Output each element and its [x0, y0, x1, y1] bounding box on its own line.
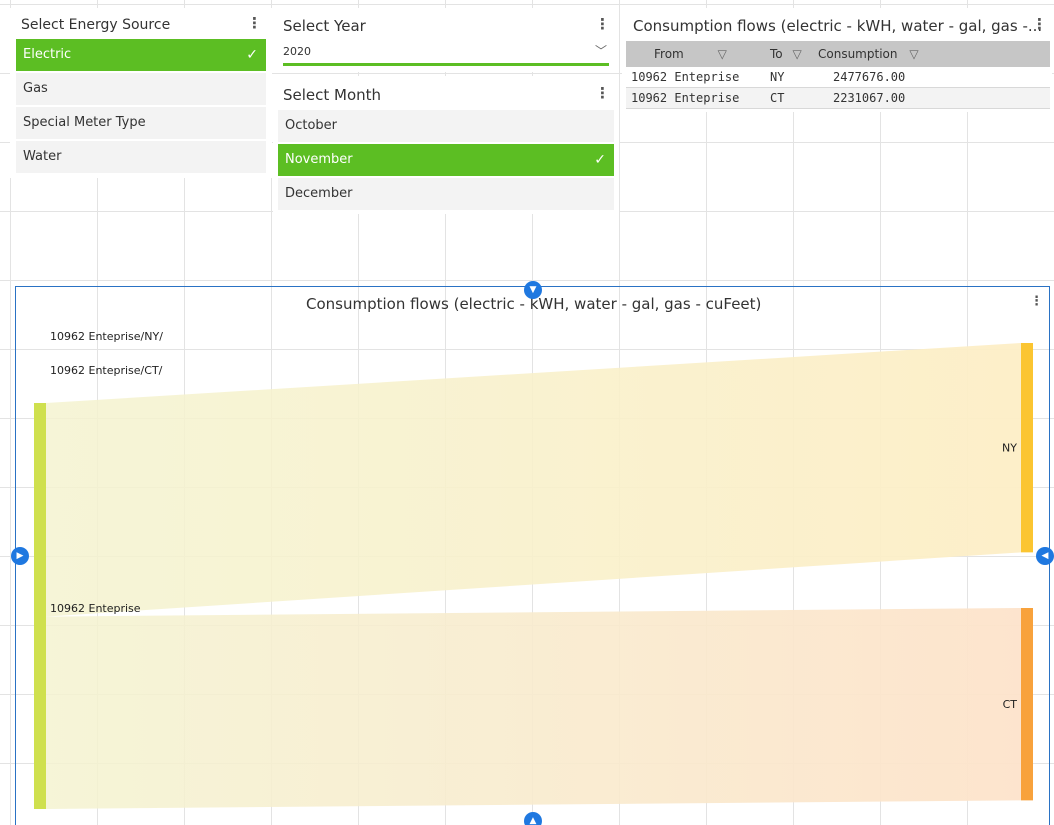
table-header-consumption[interactable]: Consumption ▽: [818, 41, 1050, 67]
month-item-november[interactable]: November ✓: [278, 144, 614, 176]
sankey-node-label-source: 10962 Enteprise: [50, 602, 141, 615]
energy-source-more-icon[interactable]: ⋮: [247, 16, 262, 31]
energy-source-item-label: Electric: [23, 47, 72, 62]
year-title: Select Year: [283, 17, 366, 35]
month-item-october[interactable]: October: [278, 110, 614, 142]
energy-source-item-water[interactable]: Water: [16, 141, 266, 173]
sankey-node-ct[interactable]: [1021, 608, 1033, 801]
consumption-table-title: Consumption flows (electric - kWH, water…: [633, 17, 1043, 35]
resize-handle-left[interactable]: ▶: [11, 547, 29, 565]
dashboard-canvas: Select Energy Source ⋮ Electric ✓ Gas Sp…: [0, 0, 1054, 825]
month-title: Select Month: [283, 86, 382, 104]
chevron-down-icon: ﹀: [594, 44, 607, 58]
consumption-table-panel: Consumption flows (electric - kWH, water…: [622, 8, 1052, 112]
consumption-table: From ▽ To ▽ Consumption ▽ 10962 Entepris…: [626, 41, 1050, 109]
table-cell-from: 10962 Enteprise: [631, 91, 740, 105]
table-header-label: To: [770, 47, 783, 61]
sankey-chart: NY CT 10962 Enteprise 10962 Enteprise/NY/10…: [34, 330, 1033, 809]
table-cell-consumption: 2231067.00: [833, 91, 906, 105]
year-dropdown[interactable]: 2020 ﹀: [283, 44, 609, 66]
resize-handle-top[interactable]: ▼: [524, 281, 542, 299]
table-cell-from: 10962 Enteprise: [631, 70, 740, 84]
filter-icon[interactable]: ▽: [909, 47, 918, 61]
table-header-from[interactable]: From ▽: [626, 41, 770, 67]
filter-icon[interactable]: ▽: [718, 47, 727, 61]
sankey-node-source[interactable]: [34, 403, 46, 809]
sankey-panel[interactable]: Consumption flows (electric - kWH, water…: [15, 286, 1050, 825]
energy-source-item-special-meter[interactable]: Special Meter Type: [16, 107, 266, 139]
table-cell-consumption: 2477676.00: [833, 70, 906, 84]
month-slicer: Select Month ⋮ October November ✓ Decemb…: [273, 76, 619, 214]
sankey-link-ct[interactable]: [46, 608, 1021, 809]
year-more-icon[interactable]: ⋮: [595, 17, 610, 32]
month-more-icon[interactable]: ⋮: [595, 86, 610, 101]
month-item-december[interactable]: December: [278, 178, 614, 210]
sankey-node-label-ct: CT: [1003, 698, 1018, 711]
sankey-link-label-ny: 10962 Enteprise/NY/: [50, 330, 163, 343]
check-icon: ✓: [246, 47, 258, 63]
sankey-node-ny[interactable]: [1021, 343, 1033, 553]
table-row[interactable]: 10962 Enteprise NY 2477676.00: [626, 67, 1050, 88]
table-header-label: From: [654, 47, 684, 61]
year-dropdown-value: 2020: [283, 45, 311, 58]
month-item-label: December: [285, 186, 353, 201]
sankey-node-label-ny: NY: [1002, 442, 1017, 455]
energy-source-item-label: Gas: [23, 81, 48, 96]
energy-source-title: Select Energy Source: [21, 17, 171, 33]
month-item-label: October: [285, 118, 338, 133]
table-row[interactable]: 10962 Enteprise CT 2231067.00: [626, 87, 1050, 109]
energy-source-slicer: Select Energy Source ⋮ Electric ✓ Gas Sp…: [10, 8, 272, 178]
energy-source-item-gas[interactable]: Gas: [16, 73, 266, 105]
energy-source-item-label: Special Meter Type: [23, 115, 146, 130]
table-header-row: From ▽ To ▽ Consumption ▽: [626, 41, 1050, 67]
resize-handle-bottom[interactable]: ▲: [524, 812, 542, 825]
table-header-label: Consumption: [818, 47, 898, 61]
table-cell-to: NY: [770, 70, 785, 84]
year-slicer: Select Year ⋮ 2020 ﹀: [273, 8, 619, 72]
sankey-link-label-ct: 10962 Enteprise/CT/: [50, 364, 163, 377]
check-icon: ✓: [594, 152, 606, 168]
sankey-link-ny[interactable]: [46, 343, 1021, 617]
energy-source-item-label: Water: [23, 149, 62, 164]
table-cell-to: CT: [770, 91, 785, 105]
month-item-label: November: [285, 152, 353, 167]
resize-handle-right[interactable]: ◀: [1036, 547, 1054, 565]
energy-source-item-electric[interactable]: Electric ✓: [16, 39, 266, 71]
table-header-to[interactable]: To ▽: [770, 41, 818, 67]
filter-icon[interactable]: ▽: [792, 47, 801, 61]
consumption-table-more-icon[interactable]: ⋮: [1032, 17, 1047, 32]
